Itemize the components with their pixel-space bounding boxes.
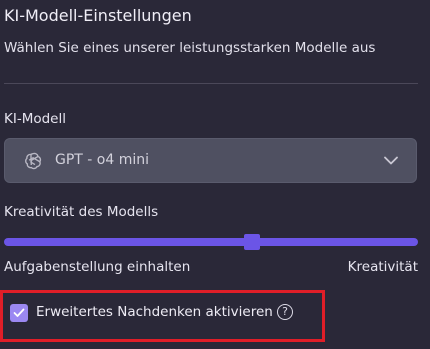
- slider-max-label: Kreativität: [347, 259, 418, 275]
- help-icon[interactable]: ?: [277, 304, 293, 320]
- check-icon: [13, 308, 25, 317]
- openai-icon: [25, 152, 42, 170]
- creativity-label: Kreativität des Modells: [4, 204, 159, 220]
- model-select[interactable]: GPT - o4 mini: [4, 138, 417, 183]
- settings-title: KI-Modell-Einstellungen: [4, 6, 192, 25]
- creativity-slider-track[interactable]: [4, 238, 418, 246]
- model-label: KI-Modell: [4, 111, 66, 127]
- divider: [4, 83, 418, 84]
- advanced-thinking-label[interactable]: Erweitertes Nachdenken aktivieren: [36, 304, 273, 320]
- model-select-value: GPT - o4 mini: [55, 152, 150, 168]
- advanced-thinking-checkbox[interactable]: [10, 304, 28, 322]
- model-settings-panel: KI-Modell-Einstellungen Wählen Sie eines…: [0, 0, 430, 349]
- settings-subtitle: Wählen Sie eines unserer leistungsstarke…: [4, 40, 376, 56]
- slider-min-label: Aufgabenstellung einhalten: [4, 259, 191, 275]
- creativity-slider-thumb[interactable]: [244, 234, 261, 250]
- chevron-down-icon: [384, 156, 398, 165]
